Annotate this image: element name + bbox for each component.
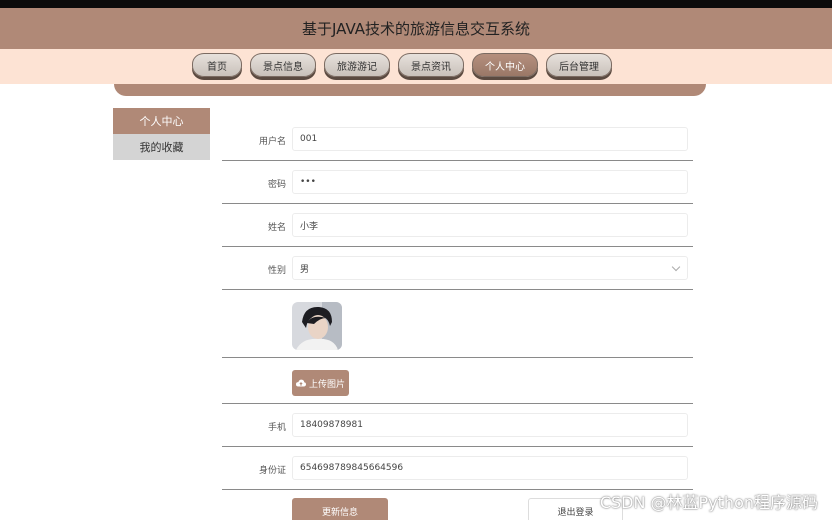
site-header: 基于JAVA技术的旅游信息交互系统 [0,8,832,49]
phone-row: 手机 18409878981 [222,404,693,447]
nav-bar: 首页 景点信息 旅游游记 景点资讯 个人中心 后台管理 [0,49,832,84]
password-input[interactable]: ••• [292,170,688,194]
nav-item-home[interactable]: 首页 [192,53,242,77]
update-info-button[interactable]: 更新信息 [292,498,388,520]
upload-row: 上传图片 [222,358,693,404]
idcard-label: 身份证 [258,466,286,476]
idcard-input[interactable]: 654698789845664596 [292,456,688,480]
name-row: 姓名 小李 [222,204,693,247]
idcard-row: 身份证 654698789845664596 [222,447,693,490]
page-title: 基于JAVA技术的旅游信息交互系统 [301,20,531,38]
sidebar-item-personal-center[interactable]: 个人中心 [113,108,210,134]
sidebar-item-favorites[interactable]: 我的收藏 [113,134,210,160]
username-row: 用户名 001 [222,118,693,161]
username-input[interactable]: 001 [292,127,688,151]
password-row: 密码 ••• [222,161,693,204]
gender-value: 男 [300,264,310,275]
avatar-row [222,290,693,358]
sidebar: 个人中心 我的收藏 [113,108,210,160]
nav-item-travel-notes[interactable]: 旅游游记 [324,53,390,77]
phone-input[interactable]: 18409878981 [292,413,688,437]
nav-tabs: 首页 景点信息 旅游游记 景点资讯 个人中心 后台管理 [192,53,612,79]
profile-form: 用户名 001 密码 ••• 姓名 小李 性别 男 上传图片 手机 184098… [222,118,693,490]
nav-item-personal-center[interactable]: 个人中心 [472,53,538,77]
cloud-upload-icon [295,379,306,387]
nav-item-admin[interactable]: 后台管理 [546,53,612,77]
phone-label: 手机 [267,423,286,433]
gender-select[interactable]: 男 [292,256,688,280]
gender-row: 性别 男 [222,247,693,290]
chevron-down-icon [671,262,681,272]
gender-label: 性别 [267,266,286,276]
name-label: 姓名 [267,223,286,233]
upload-button-label: 上传图片 [308,379,345,390]
username-label: 用户名 [258,137,286,147]
nav-underbar [114,84,706,96]
top-dark-strip [0,0,832,8]
nav-item-scenic-news[interactable]: 景点资讯 [398,53,464,77]
nav-item-scenic-info[interactable]: 景点信息 [250,53,316,77]
avatar-image [292,302,342,350]
csdn-watermark: CSDN @林蓝Python程序源码 [599,493,818,512]
name-input[interactable]: 小李 [292,213,688,237]
password-label: 密码 [267,180,286,190]
upload-image-button[interactable]: 上传图片 [292,370,349,396]
